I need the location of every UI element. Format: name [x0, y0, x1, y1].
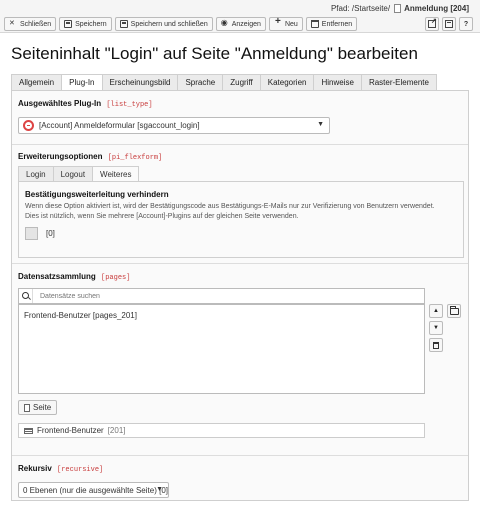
save-icon	[119, 20, 128, 28]
open-new-window-button[interactable]	[425, 17, 439, 31]
folder-icon	[449, 305, 459, 315]
page-icon	[24, 403, 30, 412]
plugin-tab-panel: Ausgewähltes Plug-In [list_type] [Accoun…	[11, 90, 469, 501]
flexform-label-row: Erweiterungsoptionen [pi_flexform]	[18, 152, 464, 162]
plus-icon	[274, 16, 282, 28]
chevron-down-icon: ▼	[156, 486, 163, 493]
page-button-row: Seite	[18, 400, 464, 415]
option-title: Bestätigungsweiterleitung verhindern	[25, 190, 169, 199]
tab-access[interactable]: Zugriff	[222, 74, 260, 91]
prevent-redirect-checkbox[interactable]	[25, 227, 38, 240]
flexform-field-code: [pi_flexform]	[107, 154, 163, 162]
checkbox-value: [0]	[46, 229, 55, 238]
save-close-button-label: Speichern und schließen	[130, 20, 208, 28]
pages-label: Datensatzsammlung	[18, 272, 96, 281]
close-button[interactable]: Schließen	[4, 17, 57, 31]
plugin-field-code: [list_type]	[106, 101, 153, 109]
open-page-button[interactable]	[442, 17, 456, 31]
plugin-label: Ausgewähltes Plug-In	[18, 99, 102, 108]
move-up-button[interactable]: ▲	[429, 304, 443, 318]
recursive-label: Rekursiv	[18, 464, 52, 473]
save-icon	[64, 20, 73, 28]
selected-record-title: Frontend-Benutzer	[37, 426, 104, 435]
doc-header-toolbar: Schließen Speichern Speichern und schlie…	[0, 16, 480, 33]
search-icon	[19, 289, 33, 303]
plugin-label-row: Ausgewähltes Plug-In [list_type]	[18, 99, 464, 109]
main-tabs: Allgemein Plug-In Erscheinungsbild Sprac…	[11, 74, 437, 91]
eye-icon	[221, 18, 229, 28]
selected-record-uid: [201]	[107, 426, 126, 435]
save-button-label: Speichern	[75, 20, 107, 28]
pages-section: Datensatzsammlung [pages] Frontend-Benut…	[18, 272, 464, 438]
recursive-select[interactable]: 0 Ebenen (nur die ausgewählte Seite) [0]…	[18, 482, 169, 498]
flexform-label: Erweiterungsoptionen	[18, 152, 103, 161]
save-button[interactable]: Speichern	[59, 17, 112, 31]
help-button[interactable]: ?	[459, 17, 473, 31]
remove-record-button[interactable]	[429, 338, 443, 352]
path-current-page[interactable]: Anmeldung [204]	[404, 4, 469, 13]
flexform-section: Erweiterungsoptionen [pi_flexform] Login…	[18, 152, 464, 258]
chevron-down-icon: ▼	[317, 121, 324, 128]
plugin-select[interactable]: [Account] Anmeldeformular [sgaccount_log…	[18, 117, 330, 134]
subtab-login[interactable]: Login	[18, 166, 53, 182]
option-description-line-2: Dies ist nützlich, wenn Sie mehrere [Acc…	[25, 213, 299, 220]
tab-categories[interactable]: Kategorien	[259, 74, 314, 91]
divider	[12, 144, 468, 145]
plugin-selected-value: [Account] Anmeldeformular [sgaccount_log…	[39, 121, 200, 130]
divider	[12, 455, 468, 456]
path-prefix: Pfad: /Startseite/	[330, 3, 391, 13]
record-search-box	[18, 288, 425, 304]
recursive-selected-value: 0 Ebenen (nur die ausgewählte Seite) [0]	[23, 485, 168, 495]
window-icon	[445, 20, 453, 28]
tab-general[interactable]: Allgemein	[11, 74, 62, 91]
view-button-label: Anzeigen	[231, 20, 261, 28]
flexform-subtabs: Login Logout Weiteres	[18, 166, 464, 182]
option-checkbox-row: [0]	[25, 227, 55, 240]
pages-field-code: [pages]	[101, 274, 131, 282]
page-title: Seiteninhalt "Login" auf Seite "Anmeldun…	[11, 44, 418, 63]
subtab-misc[interactable]: Weiteres	[92, 166, 140, 182]
record-search-input[interactable]	[38, 291, 398, 301]
plugin-section: Ausgewähltes Plug-In [list_type] [Accoun…	[18, 99, 464, 134]
trash-icon	[310, 20, 319, 28]
save-close-button[interactable]: Speichern und schließen	[114, 17, 213, 31]
subtab-logout[interactable]: Logout	[52, 166, 93, 182]
recursive-field-code: [recursive]	[57, 466, 104, 474]
option-description-line-1: Wenn diese Option aktiviert ist, wird de…	[25, 203, 435, 210]
pages-label-row: Datensatzsammlung [pages]	[18, 272, 464, 282]
path-bar: Pfad: /Startseite/ Anmeldung [204]	[0, 0, 480, 16]
folder-page-icon	[24, 427, 33, 434]
plugin-icon	[23, 120, 34, 131]
tab-appearance[interactable]: Erscheinungsbild	[101, 74, 178, 91]
arrow-up-icon: ▲	[433, 308, 439, 314]
recursive-section: Rekursiv [recursive] 0 Ebenen (nur die a…	[18, 464, 464, 498]
list-item[interactable]: Frontend-Benutzer [pages_201]	[24, 311, 419, 320]
delete-button-label: Entfernen	[321, 20, 353, 28]
recursive-label-row: Rekursiv [recursive]	[18, 464, 464, 474]
delete-button[interactable]: Entfernen	[305, 17, 358, 31]
selected-record-preview[interactable]: Frontend-Benutzer [201]	[18, 423, 425, 438]
selected-records-list[interactable]: Frontend-Benutzer [pages_201]	[18, 304, 425, 394]
view-button[interactable]: Anzeigen	[215, 17, 266, 31]
new-button-label: Neu	[284, 20, 298, 28]
tab-language[interactable]: Sprache	[177, 74, 223, 91]
close-icon	[9, 19, 17, 28]
flexform-subpanel: Bestätigungsweiterleitung verhindern Wen…	[18, 181, 464, 258]
divider	[12, 263, 468, 264]
arrow-down-icon: ▼	[433, 325, 439, 331]
tab-plugin[interactable]: Plug-In	[61, 74, 102, 91]
add-page-button-label: Seite	[33, 403, 52, 412]
page-icon	[394, 3, 402, 13]
new-button[interactable]: Neu	[268, 16, 303, 31]
external-link-icon	[428, 17, 437, 28]
browse-records-button[interactable]	[447, 304, 461, 318]
tab-notes[interactable]: Hinweise	[313, 74, 361, 91]
add-page-button[interactable]: Seite	[18, 400, 58, 415]
move-down-button[interactable]: ▼	[429, 321, 443, 335]
trash-icon	[433, 341, 439, 349]
tab-grid-elements[interactable]: Raster-Elemente	[360, 74, 437, 91]
close-button-label: Schließen	[20, 20, 52, 28]
